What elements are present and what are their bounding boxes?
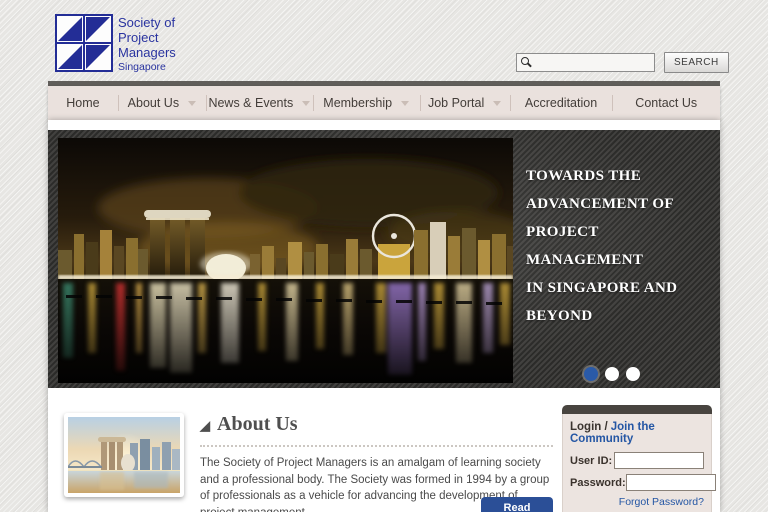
carousel-dot-1[interactable] — [584, 367, 598, 381]
login-title: Login /Join the Community — [570, 421, 704, 445]
chevron-down-icon — [188, 101, 196, 110]
nav-item-news-events[interactable]: News & Events — [206, 86, 313, 120]
nav-item-job-portal[interactable]: Job Portal — [420, 86, 510, 120]
carousel-dot-3[interactable] — [626, 367, 640, 381]
login-panel: Login /Join the Community User ID: Passw… — [562, 405, 712, 512]
chevron-down-icon — [302, 101, 310, 110]
hero-carousel: TOWARDS THE ADVANCEMENT OF PROJECT MANAG… — [48, 130, 720, 388]
spm-logo[interactable] — [55, 14, 113, 72]
chevron-down-icon — [401, 101, 409, 110]
search-button[interactable]: SEARCH — [664, 52, 729, 73]
nav-item-contact-us[interactable]: Contact Us — [612, 86, 720, 120]
logo-quadrant — [56, 43, 84, 71]
login-title-text: Login / — [570, 421, 608, 433]
about-section: ◢ About Us The Society of Project Manage… — [200, 413, 553, 512]
about-thumbnail[interactable] — [64, 413, 184, 497]
nav-item-membership[interactable]: Membership — [313, 86, 420, 120]
password-field[interactable] — [626, 474, 716, 491]
chevron-down-icon — [493, 101, 501, 110]
main-nav: Home About Us News & Events Membership J… — [48, 86, 720, 120]
about-thumbnail-image — [68, 417, 180, 493]
about-heading-text: About Us — [217, 413, 298, 436]
search-input[interactable] — [516, 53, 655, 72]
forgot-password-link[interactable]: Forgot Password? — [570, 496, 704, 508]
logo-quadrant — [84, 43, 112, 71]
brand-region: Singapore — [118, 61, 176, 73]
triangle-marker-icon: ◢ — [200, 418, 210, 434]
nav-item-accreditation[interactable]: Accreditation — [510, 86, 613, 120]
carousel-dot-2[interactable] — [605, 367, 619, 381]
search-box — [516, 53, 655, 73]
user-id-label: User ID: — [570, 455, 612, 467]
logo-quadrant — [84, 15, 112, 43]
page: Society of Project Managers Singapore SE… — [0, 0, 768, 512]
login-panel-cap — [562, 405, 712, 414]
password-row: Password: — [570, 474, 704, 491]
login-panel-body: Login /Join the Community User ID: Passw… — [562, 414, 712, 512]
dotted-divider — [200, 445, 553, 447]
user-id-row: User ID: — [570, 452, 704, 469]
read-more-button[interactable]: Read More — [481, 497, 553, 512]
hero-image — [58, 138, 513, 383]
logo-quadrant — [56, 15, 84, 43]
search-icon — [521, 57, 529, 65]
carousel-dots — [584, 367, 640, 381]
content-panel: TOWARDS THE ADVANCEMENT OF PROJECT MANAG… — [48, 120, 720, 512]
user-id-field[interactable] — [614, 452, 704, 469]
brand-text: Society of Project Managers Singapore — [118, 15, 176, 73]
nav-item-about-us[interactable]: About Us — [118, 86, 206, 120]
brand-name: Society of Project Managers — [118, 15, 176, 60]
nav-item-home[interactable]: Home — [48, 86, 118, 120]
about-heading: ◢ About Us — [200, 413, 553, 436]
password-label: Password: — [570, 477, 626, 489]
hero-headline: TOWARDS THE ADVANCEMENT OF PROJECT MANAG… — [526, 162, 712, 330]
search-area: SEARCH — [516, 52, 729, 73]
